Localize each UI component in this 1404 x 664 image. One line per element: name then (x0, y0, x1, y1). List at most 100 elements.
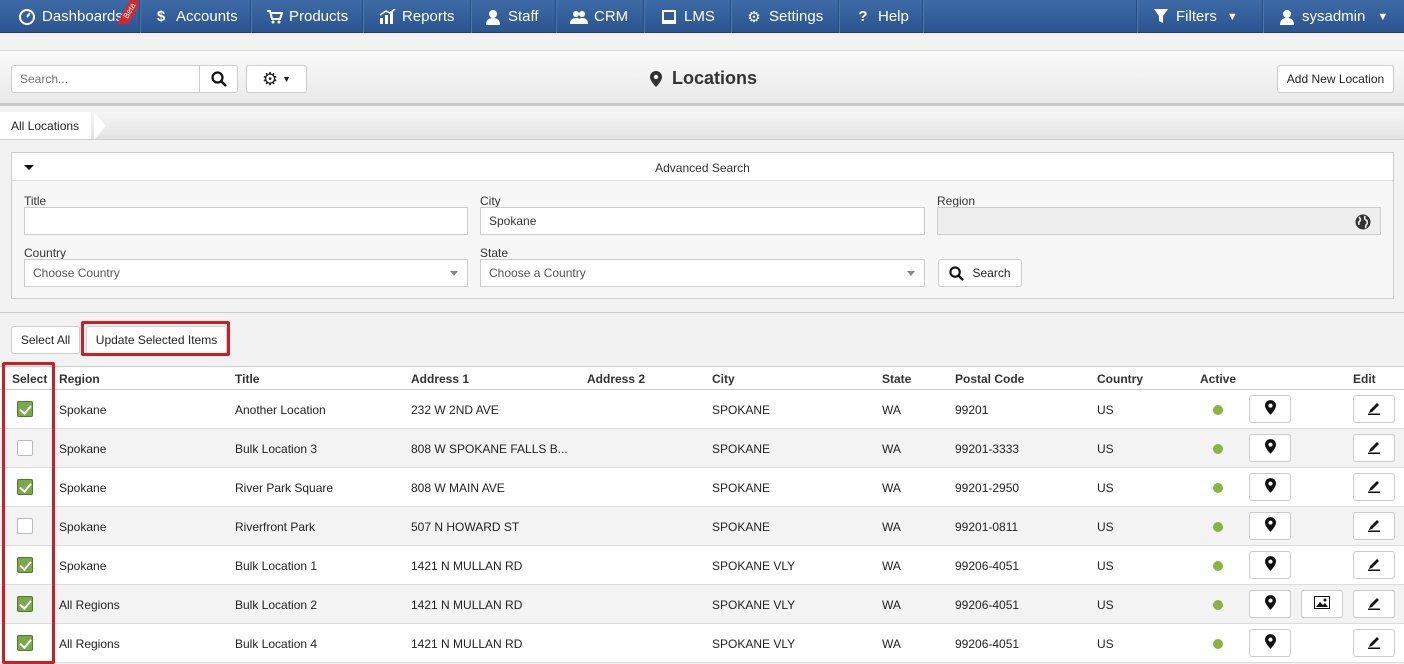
nav-label: Help (878, 8, 909, 25)
col-title[interactable]: Title (235, 372, 259, 386)
settings-dropdown[interactable]: ⚙ ▼ (246, 65, 307, 93)
select-all-button[interactable]: Select All (11, 326, 80, 354)
gear-icon: ⚙ (747, 8, 761, 26)
add-new-location-button[interactable]: Add New Location (1277, 65, 1394, 93)
table-body: Spokane Another Location 232 W 2ND AVE SPOK… (0, 390, 1404, 663)
cell-address1: 1421 N MULLAN RD (411, 598, 523, 612)
title-field[interactable] (24, 207, 468, 235)
map-pin-button[interactable] (1249, 434, 1291, 462)
col-country[interactable]: Country (1097, 372, 1143, 386)
globe-icon[interactable] (1355, 214, 1371, 230)
update-selected-button[interactable]: Update Selected Items (86, 326, 227, 354)
nav-settings[interactable]: ⚙ Settings (745, 0, 823, 33)
cell-region: Spokane (59, 403, 107, 417)
col-active[interactable]: Active (1200, 372, 1236, 386)
cell-state: WA (882, 481, 901, 495)
nav-products[interactable]: Products (265, 0, 348, 33)
search-button[interactable] (199, 65, 238, 93)
col-state[interactable]: State (882, 372, 911, 386)
cell-postal: 99201-0811 (955, 520, 1019, 534)
active-status-dot (1213, 639, 1223, 649)
active-status-dot (1213, 483, 1223, 493)
state-label: State (480, 246, 509, 260)
breadcrumb-all-locations[interactable]: All Locations (0, 112, 92, 139)
nav-lms[interactable]: LMS (660, 0, 715, 33)
cell-title: Bulk Location 4 (235, 637, 318, 651)
edit-button[interactable] (1353, 551, 1395, 579)
breadcrumb-arrow (94, 112, 106, 140)
dropdown-arrow-icon (450, 271, 458, 276)
cell-country: US (1097, 520, 1114, 534)
nav-staff[interactable]: Staff (484, 0, 539, 33)
cell-title: Bulk Location 3 (235, 442, 318, 456)
nav-reports[interactable]: Reports (378, 0, 455, 33)
map-pin-button[interactable] (1249, 395, 1291, 423)
cell-region: Spokane (59, 481, 107, 495)
table-row: All Regions Bulk Location 4 1421 N MULLAN … (0, 624, 1404, 663)
user-icon (484, 9, 502, 25)
table-row: All Regions Bulk Location 2 1421 N MULLAN … (0, 585, 1404, 624)
cell-country: US (1097, 481, 1114, 495)
col-select[interactable]: Select (12, 372, 47, 386)
edit-button[interactable] (1353, 395, 1395, 423)
search-input[interactable] (11, 65, 200, 93)
map-pin-button[interactable] (1249, 512, 1291, 540)
col-postal-code[interactable]: Postal Code (955, 372, 1024, 386)
col-region[interactable]: Region (59, 372, 100, 386)
row-select-checkbox[interactable] (17, 596, 33, 612)
cell-state: WA (882, 637, 901, 651)
cell-state: WA (882, 559, 901, 573)
cell-address1: 1421 N MULLAN RD (411, 637, 523, 651)
cell-country: US (1097, 637, 1114, 651)
country-select[interactable]: Choose Country (24, 259, 468, 287)
nav-label: Staff (508, 8, 539, 25)
city-field[interactable]: Spokane (480, 207, 925, 235)
state-select[interactable]: Choose a Country (480, 259, 925, 287)
cell-title: Another Location (235, 403, 326, 417)
edit-button[interactable] (1353, 629, 1395, 657)
row-select-checkbox[interactable] (17, 557, 33, 573)
toolbar: ⚙ ▼ Locations Add New Location (0, 50, 1404, 106)
nav-accounts[interactable]: $ Accounts (152, 0, 238, 33)
image-button[interactable] (1301, 590, 1343, 618)
advanced-search-header[interactable]: Advanced Search (12, 153, 1393, 181)
col-address2[interactable]: Address 2 (587, 372, 645, 386)
cell-state: WA (882, 520, 901, 534)
active-status-dot (1213, 444, 1223, 454)
user-menu[interactable]: sysadmin ▼ (1278, 0, 1388, 33)
map-pin-button[interactable] (1249, 473, 1291, 501)
row-select-checkbox[interactable] (17, 440, 33, 456)
map-pin-button[interactable] (1249, 551, 1291, 579)
advanced-search-button[interactable]: Search (938, 259, 1022, 287)
edit-button[interactable] (1353, 434, 1395, 462)
caret-icon: ▼ (282, 74, 292, 84)
cell-country: US (1097, 559, 1114, 573)
col-address1[interactable]: Address 1 (411, 372, 469, 386)
cell-region: All Regions (59, 637, 120, 651)
edit-button[interactable] (1353, 590, 1395, 618)
map-pin-button[interactable] (1249, 629, 1291, 657)
col-city[interactable]: City (712, 372, 735, 386)
nav-label: LMS (684, 8, 715, 25)
nav-help[interactable]: ? Help (854, 0, 909, 33)
edit-button[interactable] (1353, 512, 1395, 540)
row-select-checkbox[interactable] (17, 479, 33, 495)
bulk-actions-bar: Select All Update Selected Items (0, 312, 1404, 366)
row-select-checkbox[interactable] (17, 518, 33, 534)
cell-country: US (1097, 403, 1114, 417)
active-status-dot (1213, 600, 1223, 610)
map-pin-button[interactable] (1249, 590, 1291, 618)
col-edit: Edit (1353, 372, 1376, 386)
region-field[interactable] (937, 207, 1381, 235)
cell-title: Riverfront Park (235, 520, 316, 534)
nav-crm[interactable]: CRM (570, 0, 628, 33)
filters-menu[interactable]: Filters ▼ (1152, 0, 1238, 33)
pencil-icon (1367, 518, 1381, 535)
row-select-checkbox[interactable] (17, 635, 33, 651)
row-select-checkbox[interactable] (17, 401, 33, 417)
edit-button[interactable] (1353, 473, 1395, 501)
cell-region: Spokane (59, 520, 107, 534)
cart-icon (265, 9, 283, 24)
chevron-down-icon: ▼ (1377, 10, 1389, 23)
map-marker-icon (1264, 595, 1276, 613)
